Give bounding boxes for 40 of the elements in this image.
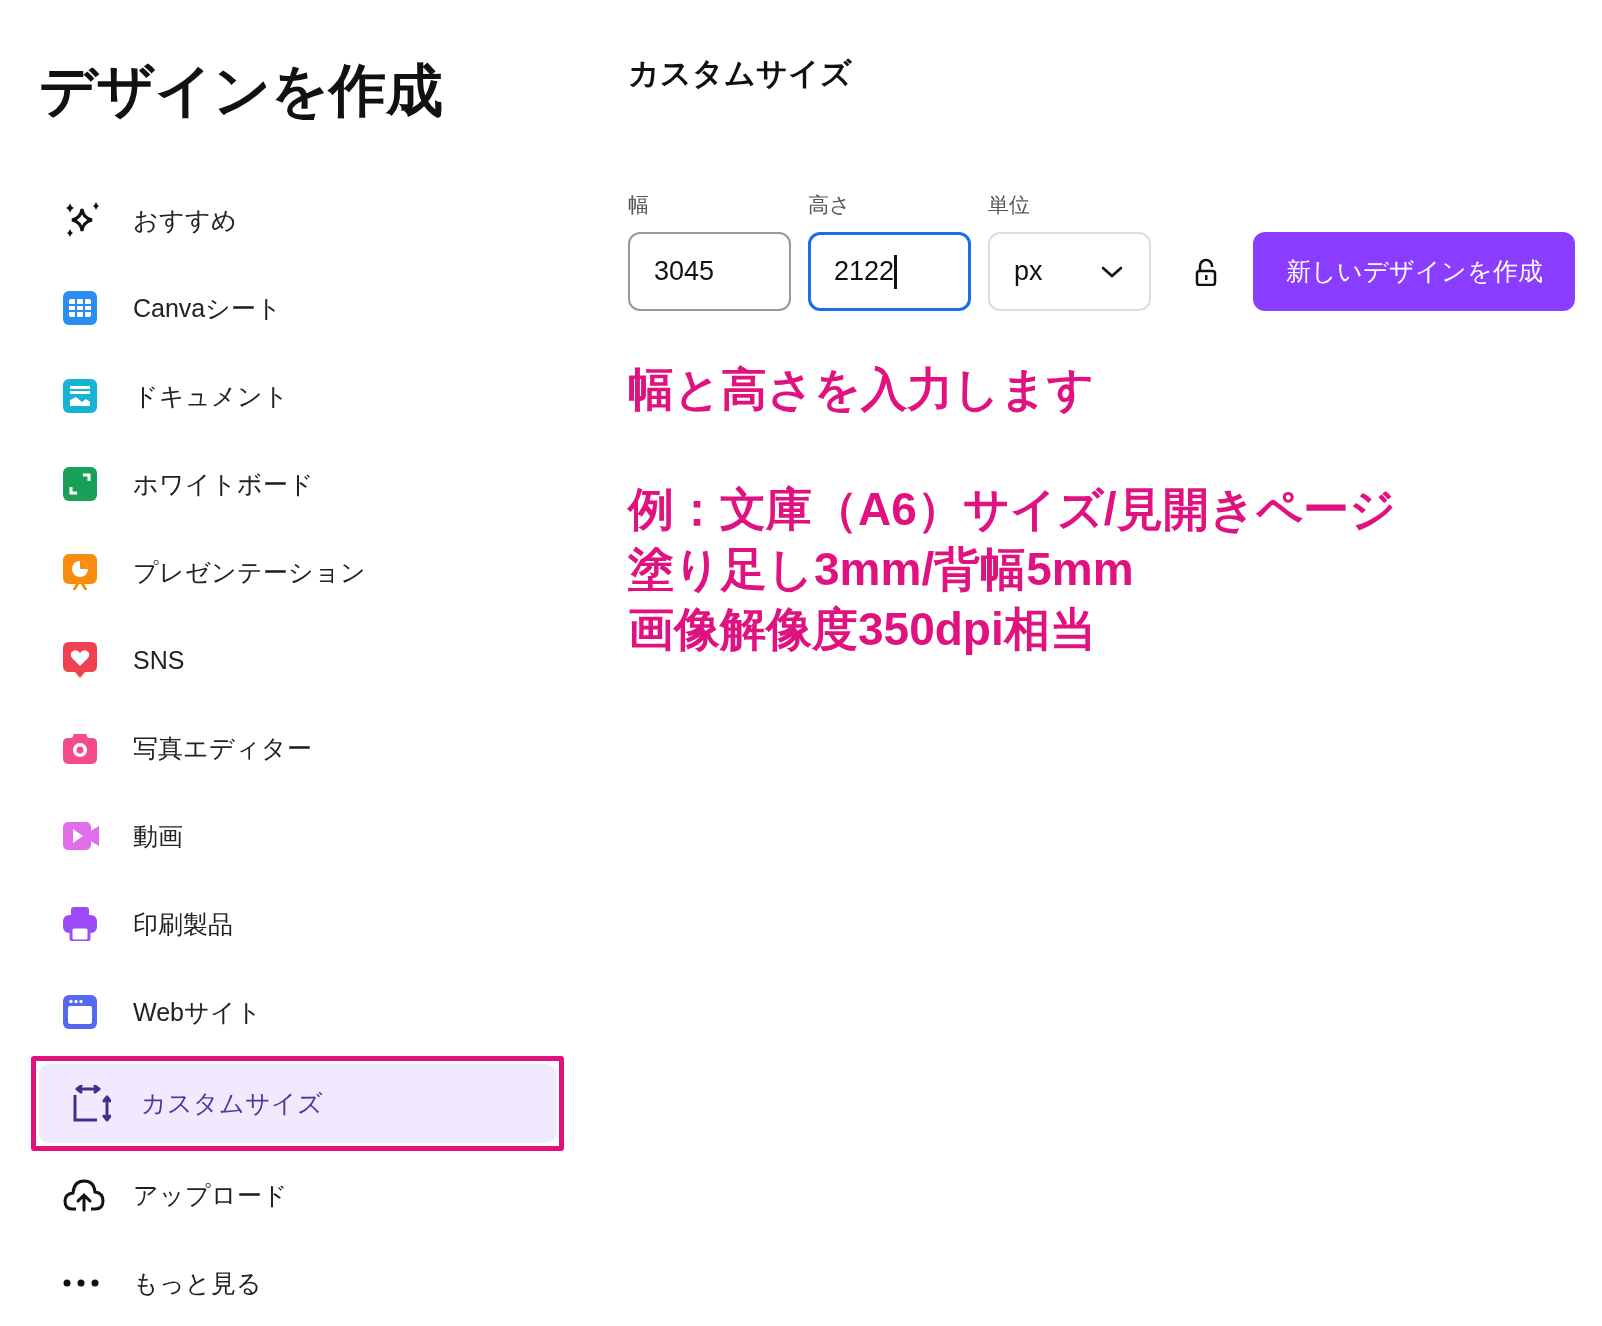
chevron-down-icon <box>1101 265 1123 278</box>
sidebar-item[interactable]: おすすめ <box>31 176 564 264</box>
sidebar-item[interactable]: アップロード <box>31 1151 564 1239</box>
presentation-icon <box>63 554 97 590</box>
field-label: 幅 <box>628 192 650 218</box>
field-label: 単位 <box>988 192 1031 218</box>
unlocked-icon <box>1195 257 1217 286</box>
more-dots-icon <box>63 1279 99 1287</box>
sidebar-item[interactable]: 印刷製品 <box>31 880 564 968</box>
printer-icon <box>63 907 97 941</box>
height-field[interactable]: 2122 <box>808 232 971 311</box>
annotation-text: 例：文庫（A6）サイズ/見開きページ <box>628 482 1397 537</box>
unit-dropdown[interactable]: px <box>988 232 1151 311</box>
annotation-text: 塗り足し3mm/背幅5mm <box>628 542 1135 597</box>
camera-icon <box>63 732 97 764</box>
cloud-upload-icon <box>63 1178 105 1212</box>
sidebar-item[interactable]: SNS <box>31 616 564 704</box>
sidebar-item[interactable]: 動画 <box>31 792 564 880</box>
sidebar-item[interactable]: ドキュメント <box>31 352 564 440</box>
whiteboard-icon <box>63 467 97 501</box>
create-design-button[interactable]: 新しいデザインを作成 <box>1253 232 1575 311</box>
sidebar-item[interactable]: プレゼンテーション <box>31 528 564 616</box>
sidebar-item[interactable]: もっと見る <box>31 1239 564 1326</box>
page-title: デザインを作成 <box>39 57 444 124</box>
annotation-text: 画像解像度350dpi相当 <box>628 602 1097 657</box>
width-field[interactable]: 3045 <box>628 232 791 311</box>
video-camera-icon <box>63 822 99 850</box>
document-icon <box>63 379 97 413</box>
sidebar-item[interactable]: Webサイト <box>31 968 564 1056</box>
sidebar-item[interactable]: カスタムサイズ <box>39 1064 556 1143</box>
spreadsheet-icon <box>63 291 97 325</box>
field-label: 高さ <box>808 192 852 218</box>
resize-icon <box>71 1084 111 1123</box>
browser-window-icon <box>63 995 97 1029</box>
sidebar-item[interactable]: ホワイトボード <box>31 440 564 528</box>
heart-icon <box>63 642 97 678</box>
section-heading: カスタムサイズ <box>628 55 853 93</box>
sidebar-item[interactable]: 写真エディター <box>31 704 564 792</box>
annotation-text: 幅と高さを入力します <box>628 362 1095 417</box>
sidebar-item[interactable]: Canvaシート <box>31 264 564 352</box>
